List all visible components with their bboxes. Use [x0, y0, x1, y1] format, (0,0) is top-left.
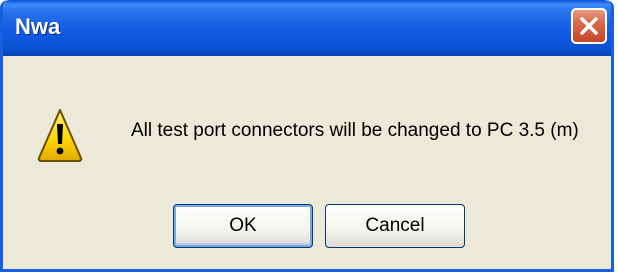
close-button[interactable]: [571, 8, 607, 44]
cancel-button[interactable]: Cancel: [325, 204, 465, 248]
ok-button[interactable]: OK: [173, 204, 313, 248]
title-bar[interactable]: Nwa: [3, 0, 611, 56]
warning-icon: [37, 109, 83, 162]
window-title: Nwa: [15, 14, 61, 39]
close-x-icon: [580, 17, 598, 35]
dialog-message: All test port connectors will be changed…: [131, 120, 579, 141]
dialog-body: All test port connectors will be changed…: [3, 56, 611, 269]
message-dialog: Nwa All test port connectors will be cha…: [0, 0, 614, 272]
